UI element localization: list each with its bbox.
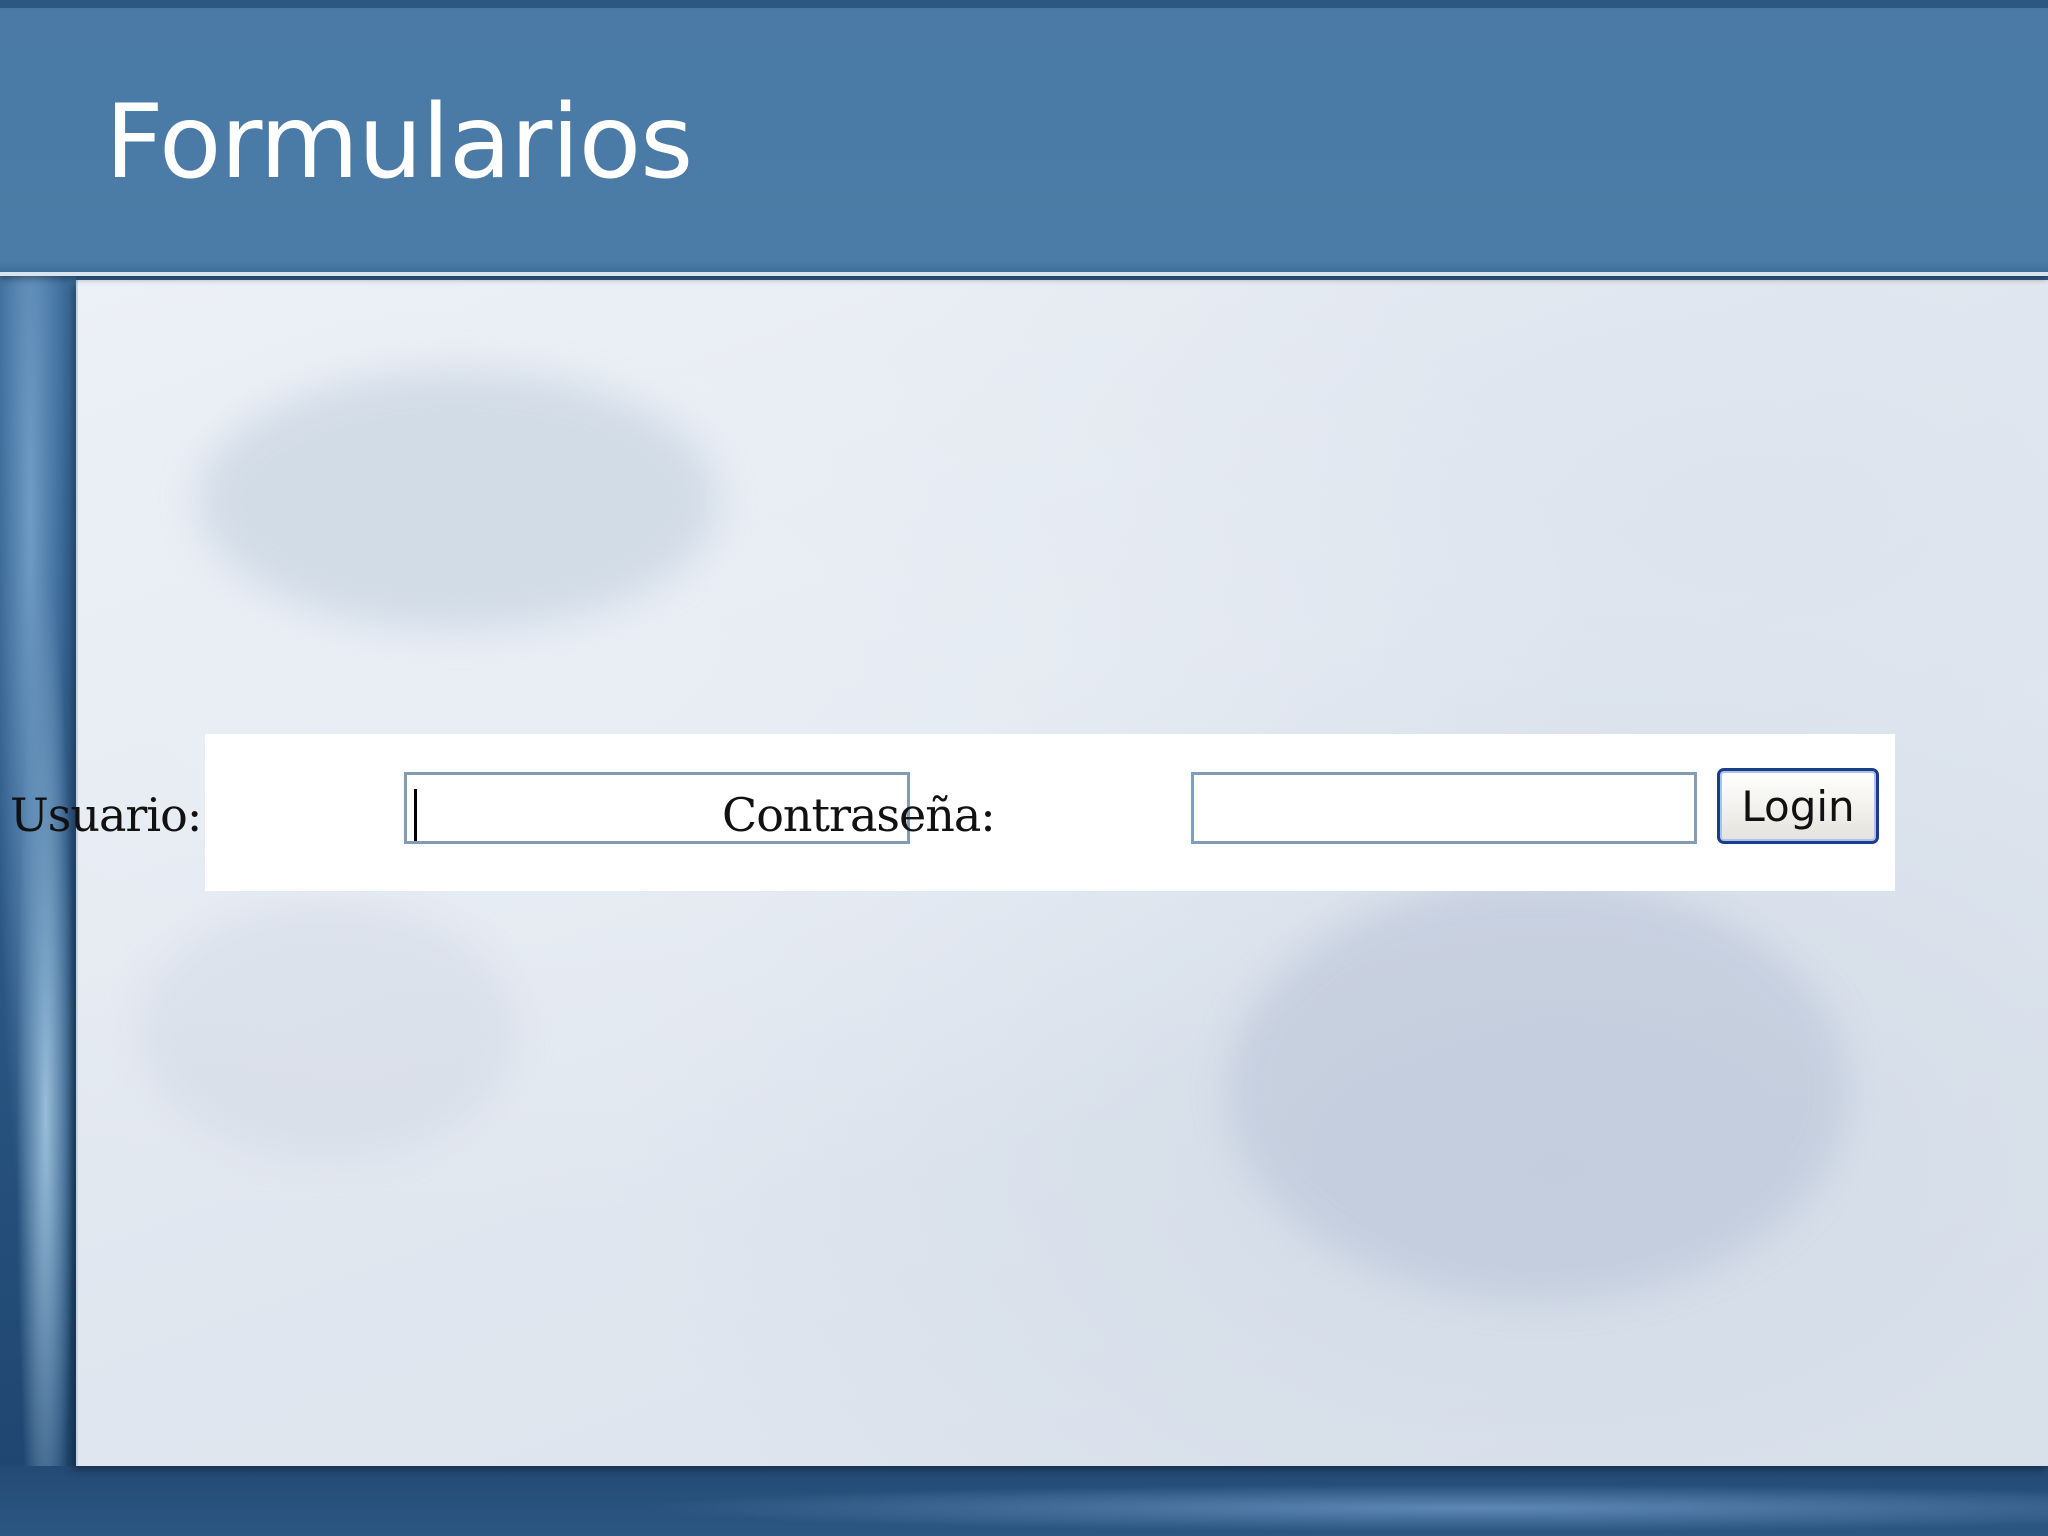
password-label: Contraseña: bbox=[722, 788, 996, 842]
login-form-panel: Login bbox=[205, 734, 1895, 891]
text-cursor bbox=[414, 789, 417, 841]
slide: Formularios Login Usuario: Contraseña: bbox=[0, 0, 2048, 1536]
slide-title: Formularios bbox=[105, 83, 693, 202]
background-blur bbox=[1228, 880, 1848, 1300]
login-button[interactable]: Login bbox=[1717, 768, 1879, 844]
left-decorative-strip bbox=[0, 276, 76, 1466]
header-topline bbox=[0, 0, 2048, 8]
background-blur bbox=[138, 900, 518, 1160]
login-form: Login bbox=[205, 734, 1895, 891]
slide-header: Formularios bbox=[0, 0, 2048, 276]
password-input[interactable] bbox=[1191, 772, 1697, 844]
bottom-decorative-strip bbox=[0, 1466, 2048, 1536]
background-blur bbox=[198, 370, 718, 630]
username-label: Usuario: bbox=[10, 788, 202, 842]
